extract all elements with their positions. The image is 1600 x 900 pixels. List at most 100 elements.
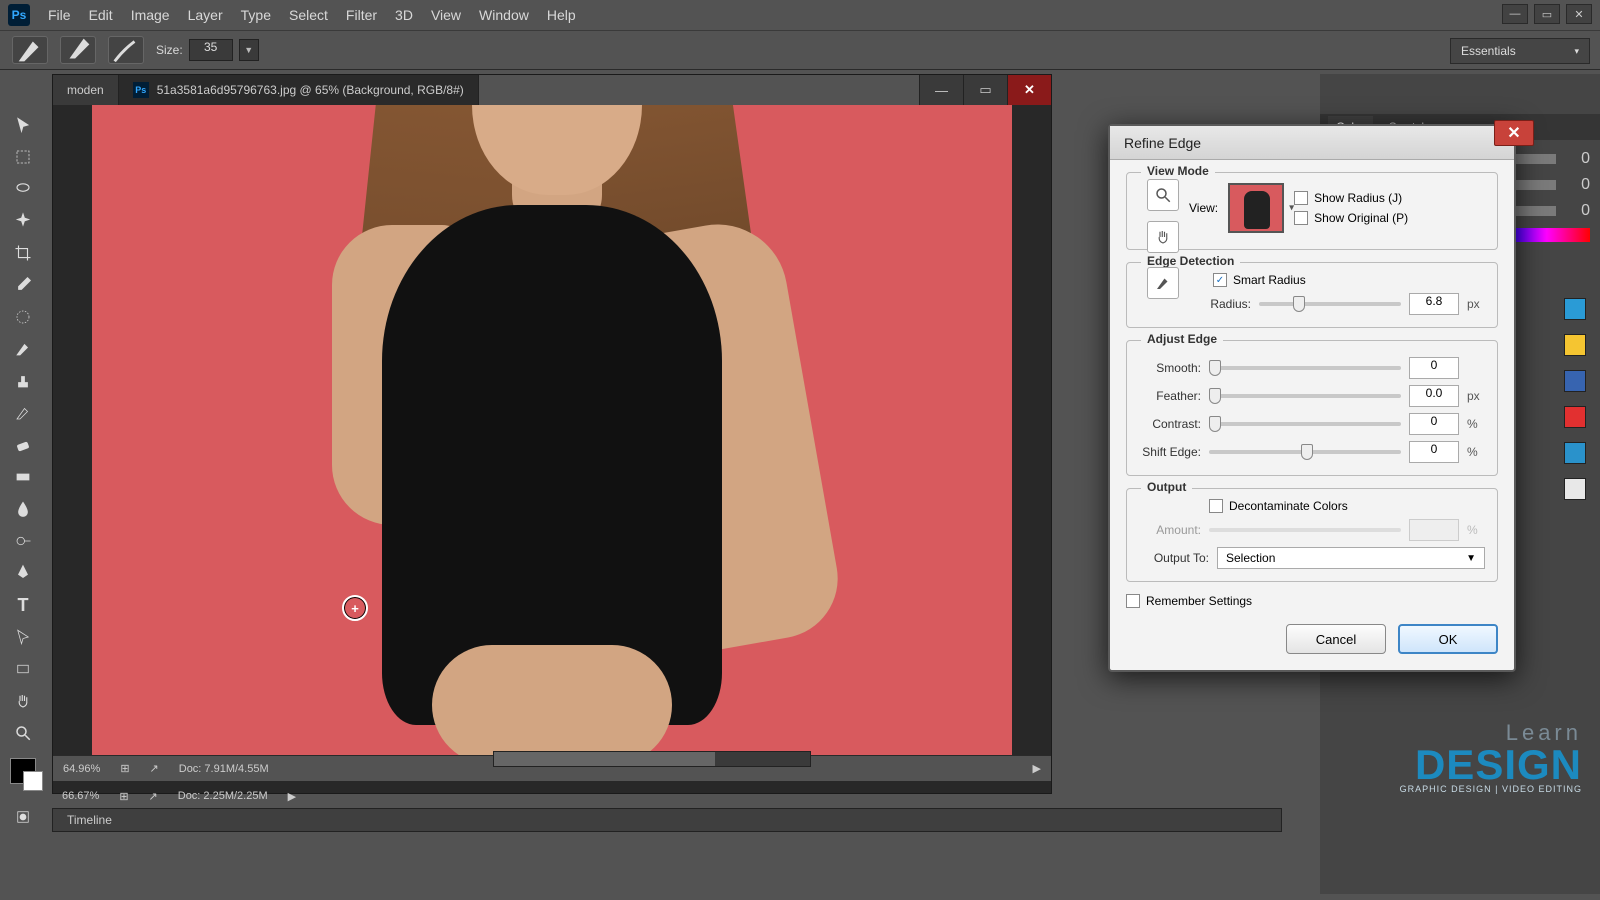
app-statusbar: 66.67% ⊞ ↗ Doc: 2.25M/2.25M ▶ [52,784,306,808]
radius-slider[interactable] [1259,302,1401,306]
feather-slider[interactable] [1209,394,1401,398]
refine-edge-dialog: Refine Edge ✕ View Mode View: ▾ Show Rad… [1108,124,1516,672]
workspace-selector[interactable]: Essentials ▾ [1450,38,1590,64]
swatch-item[interactable] [1564,298,1586,320]
shift-input[interactable]: 0 [1409,441,1459,463]
app-maximize-button[interactable]: ▭ [1534,4,1560,24]
smart-radius-checkbox[interactable]: ✓ [1213,273,1227,287]
doc-dimensions-icon[interactable]: ⊞ [120,762,129,775]
brush-size-dropdown[interactable]: ▼ [239,39,259,61]
contrast-slider[interactable] [1209,422,1401,426]
watermark-line3: GRAPHIC DESIGN | VIDEO EDITING [1400,784,1582,794]
gradient-tool[interactable] [8,464,38,490]
dialog-close-button[interactable]: ✕ [1494,120,1534,146]
swatch-item[interactable] [1564,406,1586,428]
app-close-button[interactable]: ✕ [1566,4,1592,24]
viewmode-legend: View Mode [1141,164,1215,178]
hand-tool[interactable] [8,688,38,714]
rectangle-tool[interactable] [8,656,38,682]
menu-type[interactable]: Type [241,7,271,23]
dialog-titlebar[interactable]: Refine Edge ✕ [1110,126,1514,160]
app-doc-size: Doc: 2.25M/2.25M [178,790,268,802]
doc-maximize-button[interactable]: ▭ [963,75,1007,105]
current-tool-icon[interactable] [12,36,48,64]
menu-image[interactable]: Image [131,7,170,23]
view-mode-selector[interactable]: ▾ [1228,183,1284,233]
radius-input[interactable]: 6.8 [1409,293,1459,315]
hand-tool-dialog[interactable] [1147,221,1179,253]
document-tab-main[interactable]: Ps 51a3581a6d95796763.jpg @ 65% (Backgro… [119,75,479,105]
menu-help[interactable]: Help [547,7,576,23]
doc-minimize-button[interactable]: — [919,75,963,105]
horizontal-scrollbar[interactable] [493,751,811,767]
ok-button[interactable]: OK [1398,624,1498,654]
edge-legend: Edge Detection [1141,254,1240,268]
app-share-icon[interactable]: ↗ [149,790,158,803]
timeline-panel[interactable]: Timeline [52,808,1282,832]
pen-tool[interactable] [8,560,38,586]
eyedropper-tool[interactable] [8,272,38,298]
move-tool[interactable] [8,112,38,138]
menu-filter[interactable]: Filter [346,7,377,23]
fieldset-output: Output Decontaminate Colors Amount: % Ou… [1126,488,1498,582]
zoom-tool-dialog[interactable] [1147,179,1179,211]
feather-input[interactable]: 0.0 [1409,385,1459,407]
contrast-input[interactable]: 0 [1409,413,1459,435]
amount-unit: % [1467,523,1485,537]
quick-mask-toggle[interactable] [8,804,38,830]
shift-slider[interactable] [1209,450,1401,454]
fieldset-viewmode: View Mode View: ▾ Show Radius (J) Show O… [1126,172,1498,250]
swatch-item[interactable] [1564,370,1586,392]
foreground-color-swatch[interactable] [10,758,36,784]
menu-window[interactable]: Window [479,7,529,23]
blur-tool[interactable] [8,496,38,522]
canvas-area[interactable]: + [53,105,1051,755]
outputto-select[interactable]: Selection ▼ [1217,547,1485,569]
app-play-icon[interactable]: ▶ [288,790,296,803]
swatch-item[interactable] [1564,478,1586,500]
refine-brush-icon[interactable] [108,36,144,64]
lasso-tool[interactable] [8,176,38,202]
brush-tool[interactable] [8,336,38,362]
app-minimize-button[interactable]: — [1502,4,1528,24]
doc-play-icon[interactable]: ▶ [1033,762,1041,775]
zoom-percent: 64.96% [63,763,100,775]
zoom-tool[interactable] [8,720,38,746]
feather-label: Feather: [1139,389,1201,403]
healing-brush-tool[interactable] [8,304,38,330]
crop-tool[interactable] [8,240,38,266]
smooth-slider[interactable] [1209,366,1401,370]
clone-stamp-tool[interactable] [8,368,38,394]
menu-edit[interactable]: Edit [89,7,113,23]
menu-view[interactable]: View [431,7,461,23]
menu-layer[interactable]: Layer [188,7,223,23]
cancel-button[interactable]: Cancel [1286,624,1386,654]
path-selection-tool[interactable] [8,624,38,650]
refine-radius-tool[interactable] [1147,267,1179,299]
output-legend: Output [1141,480,1192,494]
history-brush-tool[interactable] [8,400,38,426]
show-radius-checkbox[interactable] [1294,191,1308,205]
marquee-tool[interactable] [8,144,38,170]
swatch-item[interactable] [1564,442,1586,464]
menu-select[interactable]: Select [289,7,328,23]
share-icon[interactable]: ↗ [150,762,159,775]
eraser-tool[interactable] [8,432,38,458]
menu-file[interactable]: File [48,7,71,23]
menu-3d[interactable]: 3D [395,7,413,23]
document-tab-extra[interactable]: moden [53,75,119,105]
type-tool[interactable]: T [8,592,38,618]
swatch-item[interactable] [1564,334,1586,356]
smooth-input[interactable]: 0 [1409,357,1459,379]
dodge-tool[interactable] [8,528,38,554]
decontaminate-checkbox[interactable] [1209,499,1223,513]
doc-close-button[interactable]: ✕ [1007,75,1051,105]
show-original-checkbox[interactable] [1294,211,1308,225]
app-dimensions-icon[interactable]: ⊞ [119,790,128,803]
magic-wand-tool[interactable] [8,208,38,234]
remember-settings-checkbox[interactable] [1126,594,1140,608]
brush-size-input[interactable]: 35 [189,39,233,61]
smooth-label: Smooth: [1139,361,1201,375]
brush-preset-icon[interactable] [60,36,96,64]
adjust-legend: Adjust Edge [1141,332,1223,346]
